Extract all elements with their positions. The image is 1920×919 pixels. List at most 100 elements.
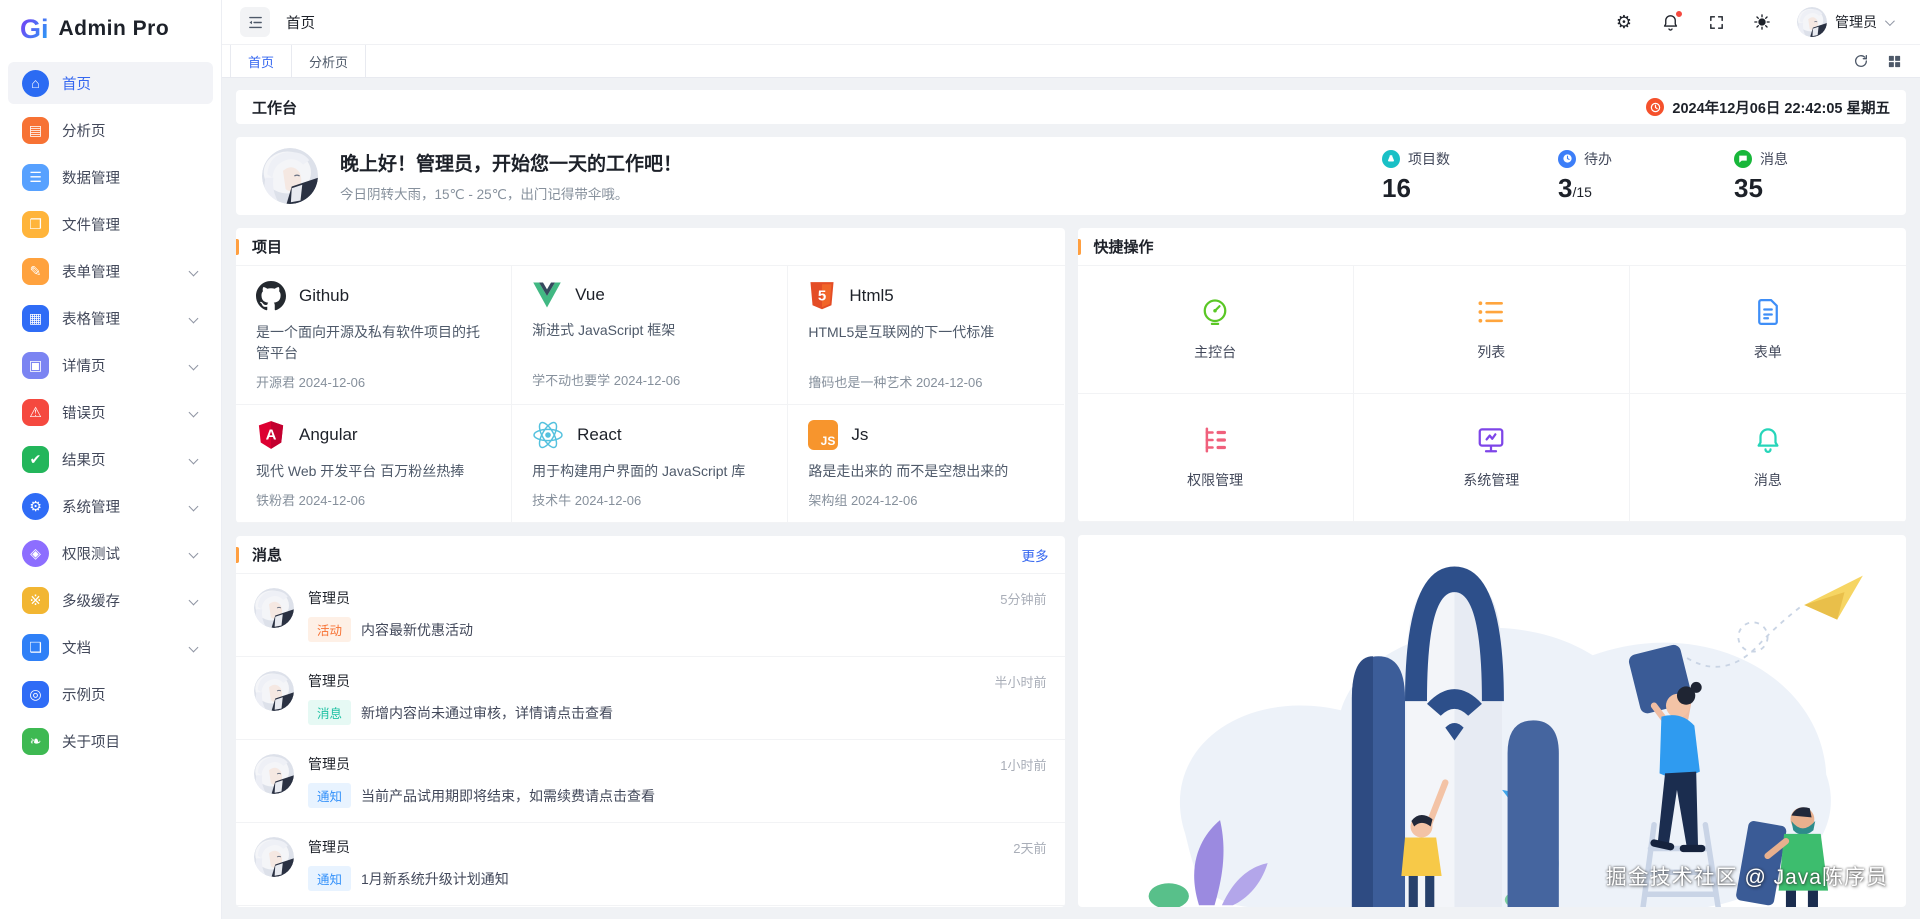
sidebar-item-tables[interactable]: ▦ 表格管理 <box>8 297 213 339</box>
dashboard-icon <box>1203 299 1227 325</box>
project-card-js[interactable]: JS Js 路是走出来的 而不是空想出来的 架构组 2024-12-06 <box>788 405 1065 523</box>
chevron-down-icon <box>188 360 199 370</box>
quick-action-label: 系统管理 <box>1463 472 1520 488</box>
message-time: 半小时前 <box>994 674 1047 690</box>
message-sender: 管理员 <box>308 673 350 689</box>
stat-value: 35 <box>1734 172 1763 203</box>
layout-grid-icon[interactable] <box>1887 54 1902 69</box>
quick-action-form[interactable]: 表单 <box>1629 266 1906 394</box>
header-actions: ⚙ 管理员 <box>1613 7 1898 37</box>
refresh-icon[interactable] <box>1853 53 1869 69</box>
status-badge: 活动 <box>308 617 352 642</box>
list-item[interactable]: 管理员 2天前 通知 1月新系统升级计划通知 <box>236 823 1065 906</box>
user-menu[interactable]: 管理员 <box>1797 7 1898 37</box>
example-icon: ◎ <box>22 680 49 708</box>
sidebar-item-detail[interactable]: ▣ 详情页 <box>8 344 213 386</box>
theme-icon[interactable] <box>1751 11 1773 33</box>
sidebar-item-analysis[interactable]: ▤ 分析页 <box>8 109 213 151</box>
sidebar-item-about[interactable]: ❧ 关于项目 <box>8 720 213 762</box>
greeting-title: 晚上好！管理员，开始您一天的工作吧！ <box>340 154 683 175</box>
list-item-partial[interactable] <box>236 906 1065 907</box>
tab-bar: 首页 分析页 <box>222 45 1920 78</box>
sidebar-item-files[interactable]: ❐ 文件管理 <box>8 203 213 245</box>
sidebar-item-forms[interactable]: ✎ 表单管理 <box>8 250 213 292</box>
page-title: 工作台 <box>252 99 298 117</box>
sidebar-item-docs[interactable]: ❑ 文档 <box>8 626 213 668</box>
sidebar-menu: ⌂ 首页 ▤ 分析页 ☰ 数据管理 ❐ 文件管理 ✎ 表单管理 ▦ 表格管理 ▣ 详情页 ⚠ 错… <box>0 58 221 771</box>
sidebar-item-home[interactable]: ⌂ 首页 <box>8 62 213 104</box>
svg-text:A: A <box>266 427 277 444</box>
app-logo[interactable]: Gi Admin Pro <box>0 0 221 58</box>
workbench-bar: 工作台 2024年12月06日 22:42:05 星期五 <box>236 90 1906 124</box>
notification-badge <box>1675 10 1683 18</box>
settings-icon[interactable]: ⚙ <box>1613 11 1635 33</box>
clock-icon <box>1558 149 1576 168</box>
result-icon: ✔ <box>22 445 49 473</box>
quick-action-label: 表单 <box>1753 344 1782 360</box>
message-text: 新增内容尚未通过审核，详情请点击查看 <box>361 704 614 721</box>
rocket-illustration <box>1148 566 1863 907</box>
message-text: 当前产品试用期即将结束，如需续费请点击查看 <box>361 787 656 804</box>
react-icon <box>533 421 563 449</box>
quick-action-list[interactable]: 列表 <box>1353 266 1630 394</box>
sidebar-item-result[interactable]: ✔ 结果页 <box>8 438 213 480</box>
chevron-down-icon <box>1884 15 1895 26</box>
stat-value: 3/15 <box>1558 172 1592 203</box>
avatar <box>1797 7 1827 37</box>
quick-action-console[interactable]: 主控台 <box>1077 266 1354 394</box>
collapse-menu-button[interactable] <box>240 7 270 37</box>
sidebar-item-permission[interactable]: ◈ 权限测试 <box>8 532 213 574</box>
chevron-down-icon <box>188 548 199 558</box>
html5-icon: 5 <box>810 282 834 310</box>
app-window: Gi Admin Pro ⌂ 首页 ▤ 分析页 ☰ 数据管理 ❐ 文件管理 ✎ 表单管理 … <box>0 0 1920 919</box>
sidebar-item-data[interactable]: ☰ 数据管理 <box>8 156 213 198</box>
sidebar-item-system[interactable]: ⚙ 系统管理 <box>8 485 213 527</box>
tab-analysis[interactable]: 分析页 <box>291 45 367 77</box>
breadcrumb: 首页 <box>286 15 315 32</box>
project-card-react[interactable]: React 用于构建用户界面的 JavaScript 库 技术牛 2024-12… <box>512 405 789 523</box>
chat-icon <box>1734 149 1752 168</box>
chevron-down-icon <box>188 407 199 417</box>
main-area: 首页 ⚙ 管理员 首页 分析页 工作台 2024年12月06日 22:42:05… <box>222 0 1920 919</box>
fullscreen-icon[interactable] <box>1705 11 1727 33</box>
home-icon: ⌂ <box>22 69 49 97</box>
list-item[interactable]: 管理员 1小时前 通知 当前产品试用期即将结束，如需续费请点击查看 <box>236 740 1065 823</box>
tab-home[interactable]: 首页 <box>230 45 293 77</box>
app-title: Admin Pro <box>58 17 170 40</box>
about-icon: ❧ <box>22 727 49 755</box>
projects-panel: 项目 Github 是一个面向开源及私有软件项目的托管平台 开源君 2024-1… <box>236 228 1065 523</box>
quick-action-message[interactable]: 消息 <box>1629 394 1906 522</box>
status-badge: 通知 <box>308 866 352 891</box>
sidebar-item-example[interactable]: ◎ 示例页 <box>8 673 213 715</box>
quick-action-system[interactable]: 系统管理 <box>1353 394 1630 522</box>
stat-projects: 项目数 16 <box>1382 149 1510 204</box>
more-link[interactable]: 更多 <box>1022 545 1049 565</box>
chevron-down-icon <box>188 595 199 605</box>
project-card-angular[interactable]: A Angular 现代 Web 开发平台 百万粉丝热捧 铁粉君 2024-12-… <box>236 405 513 523</box>
sidebar-item-error[interactable]: ⚠ 错误页 <box>8 391 213 433</box>
form-icon: ✎ <box>22 257 49 285</box>
vue-icon <box>533 282 561 308</box>
project-card-github[interactable]: Github 是一个面向开源及私有软件项目的托管平台 开源君 2024-12-0… <box>236 266 513 405</box>
table-icon: ▦ <box>22 304 49 332</box>
system-icon: ⚙ <box>22 492 49 520</box>
js-icon: JS <box>808 420 839 450</box>
notification-icon[interactable] <box>1659 10 1683 33</box>
quick-action-label: 列表 <box>1477 344 1506 360</box>
status-badge: 通知 <box>308 783 352 808</box>
stats-row: 项目数 16 待办 3/15 消息 35 <box>1382 149 1880 204</box>
sidebar-item-cache[interactable]: ※ 多级缓存 <box>8 579 213 621</box>
stat-value: 16 <box>1382 172 1411 203</box>
list-item[interactable]: 管理员 5分钟前 活动 内容最新优惠活动 <box>236 574 1065 657</box>
error-icon: ⚠ <box>22 398 49 426</box>
project-card-vue[interactable]: Vue 渐进式 JavaScript 框架 学不动也要学 2024-12-06 <box>512 266 789 405</box>
stat-todo: 待办 3/15 <box>1558 149 1686 204</box>
quick-action-permission[interactable]: 权限管理 <box>1077 394 1354 522</box>
projects-header: 项目 <box>236 228 1065 266</box>
list-item[interactable]: 管理员 半小时前 消息 新增内容尚未通过审核，详情请点击查看 <box>236 657 1065 740</box>
quick-actions-header: 快捷操作 <box>1077 228 1906 266</box>
avatar <box>254 588 294 628</box>
project-card-html5[interactable]: 5 Html5 HTML5是互联网的下一代标准 撸码也是一种艺术 2024-12-… <box>788 266 1065 405</box>
greeting-text: 晚上好！管理员，开始您一天的工作吧！ 今日阴转大雨，15℃ - 25℃，出门记得… <box>340 149 682 203</box>
page-content: 工作台 2024年12月06日 22:42:05 星期五 晚上好！管理员，开始您… <box>222 78 1920 919</box>
